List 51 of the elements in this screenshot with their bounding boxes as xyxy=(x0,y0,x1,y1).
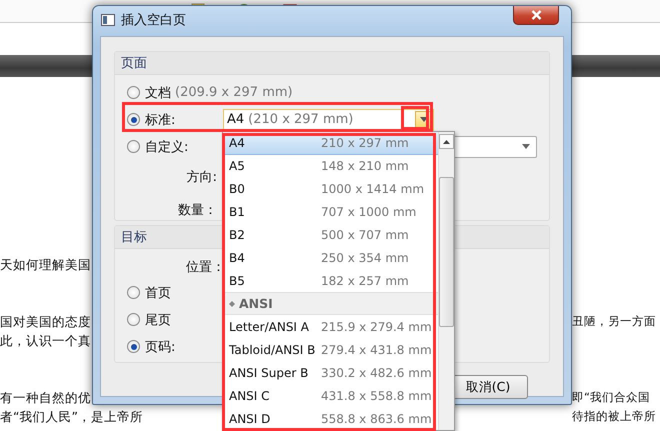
document-text: 即“我们合众国 xyxy=(572,390,651,406)
list-group-header: ANSI xyxy=(223,292,438,316)
list-item[interactable]: Tabloid/ANSI B 279.4 x 431.8 mm xyxy=(223,338,438,362)
radio-button[interactable]: 文档 xyxy=(127,84,171,102)
caret-icon xyxy=(420,117,428,122)
radio-button[interactable]: 尾页 xyxy=(127,310,171,328)
list-item[interactable]: B2 500 x 707 mm xyxy=(223,224,438,247)
group-title: 页面 xyxy=(121,55,147,72)
radio-button[interactable]: 标准: xyxy=(127,110,176,128)
group-title: 目标 xyxy=(121,229,147,246)
radio-indicator[interactable] xyxy=(127,86,140,99)
list-item[interactable]: ANSI C 431.8 x 558.8 mm xyxy=(223,384,438,408)
size-hint: (210 x 297 mm) xyxy=(248,112,354,127)
position-label: 位置： xyxy=(185,259,225,277)
list-item[interactable]: Letter/ANSI A 215.9 x 279.4 mm xyxy=(223,315,438,338)
document-text: 待指的被上帝所 xyxy=(572,409,657,425)
list-item[interactable]: B4 250 x 354 mm xyxy=(223,246,438,270)
window-icon xyxy=(101,14,115,26)
document-text: 有一种自然的优 xyxy=(0,390,91,407)
radio-indicator[interactable] xyxy=(127,313,140,326)
document-text: 者“我们人民”，是上帝所 xyxy=(0,409,143,426)
up-arrow-icon xyxy=(442,140,450,144)
list-item[interactable]: B0 1000 x 1414 mm xyxy=(223,178,438,201)
radio-indicator[interactable] xyxy=(127,140,140,153)
caret-icon xyxy=(522,144,530,149)
size-hint: (209.9 x 297 mm) xyxy=(175,85,293,100)
radio-button[interactable]: 页码: xyxy=(127,338,176,356)
close-button[interactable] xyxy=(513,6,559,25)
diamond-icon xyxy=(229,300,235,307)
dropdown-value: A4 xyxy=(227,112,244,127)
list-item[interactable]: B1 707 x 1000 mm xyxy=(223,200,438,224)
close-icon xyxy=(530,10,542,20)
list-item[interactable]: ANSI D 558.8 x 863.6 mm xyxy=(223,407,438,430)
document-text: 此，认识一个真 xyxy=(0,333,91,350)
size-dropdown[interactable]: A4 (210 x 297 mm) xyxy=(223,108,434,130)
list-item[interactable]: ANSI Super B 330.2 x 482.6 mm xyxy=(223,361,438,384)
scrollbar-thumb[interactable] xyxy=(438,177,454,327)
window-title: 插入空白页 xyxy=(121,12,186,29)
document-text: 国对美国的态度 xyxy=(0,314,91,331)
list-item[interactable]: B5 182 x 257 mm xyxy=(223,270,438,292)
radio-button[interactable]: 自定义: xyxy=(127,138,188,156)
count-label: 数量： xyxy=(177,202,217,220)
scroll-up-button[interactable] xyxy=(438,134,454,149)
document-text: 天如何理解美国 xyxy=(0,257,91,274)
list-item[interactable]: A5 148 x 210 mm xyxy=(223,154,438,178)
radio-indicator[interactable] xyxy=(127,340,140,353)
radio-indicator[interactable] xyxy=(127,113,140,126)
document-text: 丑陋，另一方面 xyxy=(572,314,657,330)
radio-indicator[interactable] xyxy=(127,286,140,299)
radio-button[interactable]: 首页 xyxy=(127,284,171,302)
orientation-label: 方向: xyxy=(186,168,217,186)
